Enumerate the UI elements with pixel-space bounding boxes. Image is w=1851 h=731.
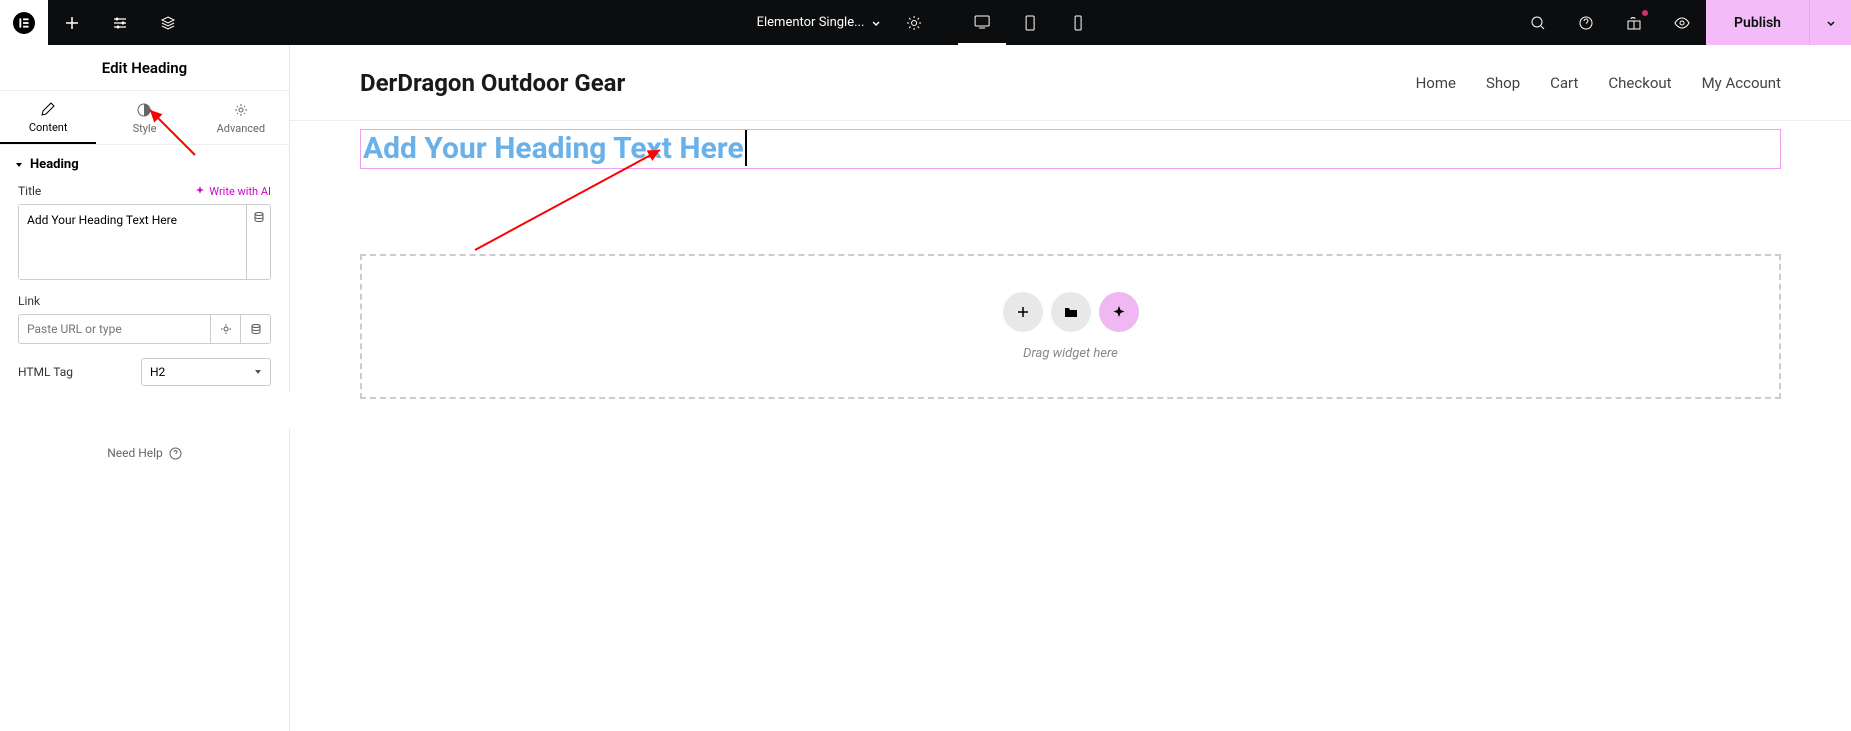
help-button[interactable] (1562, 0, 1610, 45)
sparkle-icon (195, 186, 205, 196)
need-help-label: Need Help (107, 446, 163, 460)
device-tablet-tab[interactable] (1006, 0, 1054, 45)
nav-link-home[interactable]: Home (1416, 74, 1456, 92)
controls: Title Write with AI Link (0, 184, 289, 460)
dropzone-text: Drag widget here (1023, 346, 1118, 361)
gift-icon (1626, 15, 1642, 31)
section-heading-toggle[interactable]: Heading (0, 145, 289, 184)
sliders-icon (112, 15, 128, 31)
html-tag-label: HTML Tag (18, 365, 73, 379)
link-options-button[interactable] (211, 314, 241, 344)
tab-advanced-label: Advanced (217, 122, 265, 135)
tablet-icon (1021, 14, 1039, 32)
document-title-dropdown[interactable]: Elementor Single... (749, 15, 891, 30)
tab-content[interactable]: Content (0, 91, 96, 144)
write-with-ai-link[interactable]: Write with AI (195, 185, 271, 198)
help-icon (169, 447, 182, 460)
topbar-left (0, 0, 192, 45)
device-desktop-tab[interactable] (958, 0, 1006, 45)
mobile-icon (1069, 14, 1087, 32)
publish-button[interactable]: Publish (1706, 0, 1809, 45)
dynamic-tags-button[interactable] (246, 205, 270, 279)
topbar: Elementor Single... (0, 0, 1851, 45)
pencil-icon (40, 101, 56, 117)
search-icon (1530, 15, 1546, 31)
heading-widget[interactable]: Add Your Heading Text Here (360, 129, 1781, 169)
preview-button[interactable] (1658, 0, 1706, 45)
add-element-button[interactable] (48, 0, 96, 45)
link-label: Link (18, 294, 40, 308)
gear-icon (220, 323, 232, 335)
heading-text[interactable]: Add Your Heading Text Here (363, 130, 1778, 168)
document-title: Elementor Single... (757, 15, 865, 30)
gear-icon (906, 15, 922, 31)
page-settings-button[interactable] (890, 0, 938, 45)
eye-icon (1674, 15, 1690, 31)
editor-sidebar: Edit Heading Content Style Advanced Head… (0, 45, 290, 731)
desktop-icon (973, 13, 991, 31)
write-with-ai-label: Write with AI (209, 185, 271, 198)
section-heading-label: Heading (30, 157, 79, 172)
finder-button[interactable] (1514, 0, 1562, 45)
sparkle-icon (1111, 304, 1127, 320)
responsive-device-tabs (958, 0, 1102, 45)
dropzone-icons (1003, 292, 1139, 332)
caret-down-icon (14, 160, 24, 170)
whats-new-button[interactable] (1610, 0, 1658, 45)
link-input[interactable] (18, 314, 211, 344)
notification-dot (1642, 10, 1648, 16)
heading-text-content: Add Your Heading Text Here (363, 131, 744, 166)
database-icon (253, 211, 265, 223)
plus-icon (64, 15, 80, 31)
folder-icon (1063, 304, 1079, 320)
gear-icon (233, 102, 249, 118)
site-nav: Home Shop Cart Checkout My Account (1416, 74, 1781, 92)
nav-link-checkout[interactable]: Checkout (1608, 74, 1671, 92)
link-dynamic-button[interactable] (241, 314, 271, 344)
editor-canvas: DerDragon Outdoor Gear Home Shop Cart Ch… (290, 45, 1851, 731)
ai-generate-button[interactable] (1099, 292, 1139, 332)
database-icon (250, 323, 262, 335)
plus-icon (1015, 304, 1031, 320)
contrast-icon (136, 102, 152, 118)
tab-advanced[interactable]: Advanced (193, 91, 289, 144)
structure-button[interactable] (144, 0, 192, 45)
layers-icon (160, 15, 176, 31)
help-icon (1578, 15, 1594, 31)
nav-link-myaccount[interactable]: My Account (1702, 74, 1781, 92)
publish-options-button[interactable] (1809, 0, 1851, 45)
add-template-button[interactable] (1051, 292, 1091, 332)
topbar-right: Publish (1514, 0, 1851, 45)
title-textarea[interactable] (19, 205, 246, 279)
nav-link-cart[interactable]: Cart (1550, 74, 1578, 92)
tab-style[interactable]: Style (96, 91, 192, 144)
site-header: DerDragon Outdoor Gear Home Shop Cart Ch… (290, 45, 1851, 121)
nav-link-shop[interactable]: Shop (1486, 74, 1520, 92)
device-mobile-tab[interactable] (1054, 0, 1102, 45)
title-textarea-wrap (18, 204, 271, 280)
title-label: Title (18, 184, 41, 198)
text-cursor (745, 130, 747, 166)
sidebar-title: Edit Heading (0, 45, 289, 91)
site-title: DerDragon Outdoor Gear (360, 69, 625, 97)
elementor-logo-icon (13, 12, 35, 34)
empty-section-dropzone[interactable]: Drag widget here (360, 254, 1781, 399)
add-widget-button[interactable] (1003, 292, 1043, 332)
site-settings-button[interactable] (96, 0, 144, 45)
panel-tabs: Content Style Advanced (0, 91, 289, 145)
html-tag-select[interactable]: H2 (141, 358, 271, 386)
elementor-logo-button[interactable] (0, 0, 48, 45)
tab-style-label: Style (133, 122, 157, 135)
chevron-down-icon (1825, 17, 1837, 29)
chevron-down-icon (870, 17, 882, 29)
need-help-link[interactable]: Need Help (18, 446, 271, 460)
topbar-center: Elementor Single... (749, 0, 1103, 45)
tab-content-label: Content (29, 121, 68, 134)
